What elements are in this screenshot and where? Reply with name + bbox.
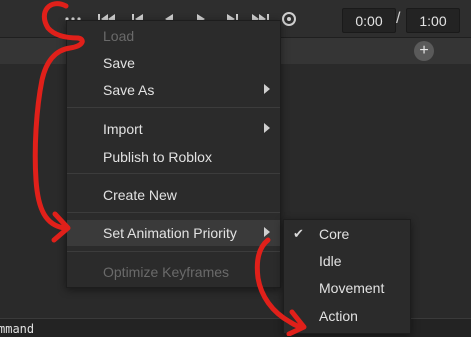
priority-item-core[interactable]: ✔ Core (284, 220, 410, 247)
loop-icon[interactable] (278, 9, 300, 29)
priority-label: Idle (319, 252, 342, 269)
submenu-arrow-icon (264, 123, 270, 133)
menu-item-save[interactable]: Save (67, 50, 280, 76)
file-context-menu: Load Save Save As Import Publish to Robl… (66, 20, 281, 288)
menu-item-label: Optimize Keyframes (103, 264, 230, 280)
menu-item-optimize-keyframes: Optimize Keyframes (67, 259, 280, 285)
menu-item-import[interactable]: Import (67, 116, 280, 142)
end-time-field[interactable]: 1:00 (406, 8, 460, 33)
menu-item-label: Set Animation Priority (103, 225, 237, 241)
menu-item-label: Save As (103, 82, 155, 98)
menu-item-set-animation-priority[interactable]: Set Animation Priority (67, 220, 280, 246)
command-bar-text: mmand (0, 322, 35, 336)
menu-item-label: Publish to Roblox (103, 149, 212, 165)
submenu-arrow-icon (264, 84, 270, 94)
menu-item-publish[interactable]: Publish to Roblox (67, 144, 280, 170)
menu-item-save-as[interactable]: Save As (67, 77, 280, 103)
add-label: + (419, 42, 429, 59)
current-time-field[interactable]: 0:00 (342, 8, 396, 33)
priority-item-idle[interactable]: Idle (284, 247, 410, 274)
current-time-value: 0:00 (355, 12, 383, 29)
priority-label: Movement (319, 279, 385, 296)
submenu-arrow-icon (264, 227, 270, 237)
menu-separator (67, 107, 280, 108)
priority-label: Action (319, 307, 358, 324)
menu-item-label: Import (103, 121, 143, 137)
menu-item-label: Save (103, 55, 135, 71)
animation-priority-submenu: ✔ Core Idle Movement Action (283, 219, 411, 334)
end-time-value: 1:00 (419, 12, 447, 29)
menu-item-load: Load (67, 23, 280, 49)
menu-separator (67, 173, 280, 174)
menu-separator (67, 251, 280, 252)
menu-item-create-new[interactable]: Create New (67, 182, 280, 208)
priority-item-movement[interactable]: Movement (284, 274, 410, 301)
plus-icon[interactable]: + (414, 41, 434, 61)
time-separator: / (396, 10, 401, 27)
checkmark-icon: ✔ (293, 226, 304, 241)
menu-item-label: Load (103, 28, 135, 44)
menu-separator (67, 212, 280, 213)
menu-item-label: Create New (103, 187, 177, 203)
priority-label: Core (319, 225, 350, 242)
priority-item-action[interactable]: Action (284, 302, 410, 329)
